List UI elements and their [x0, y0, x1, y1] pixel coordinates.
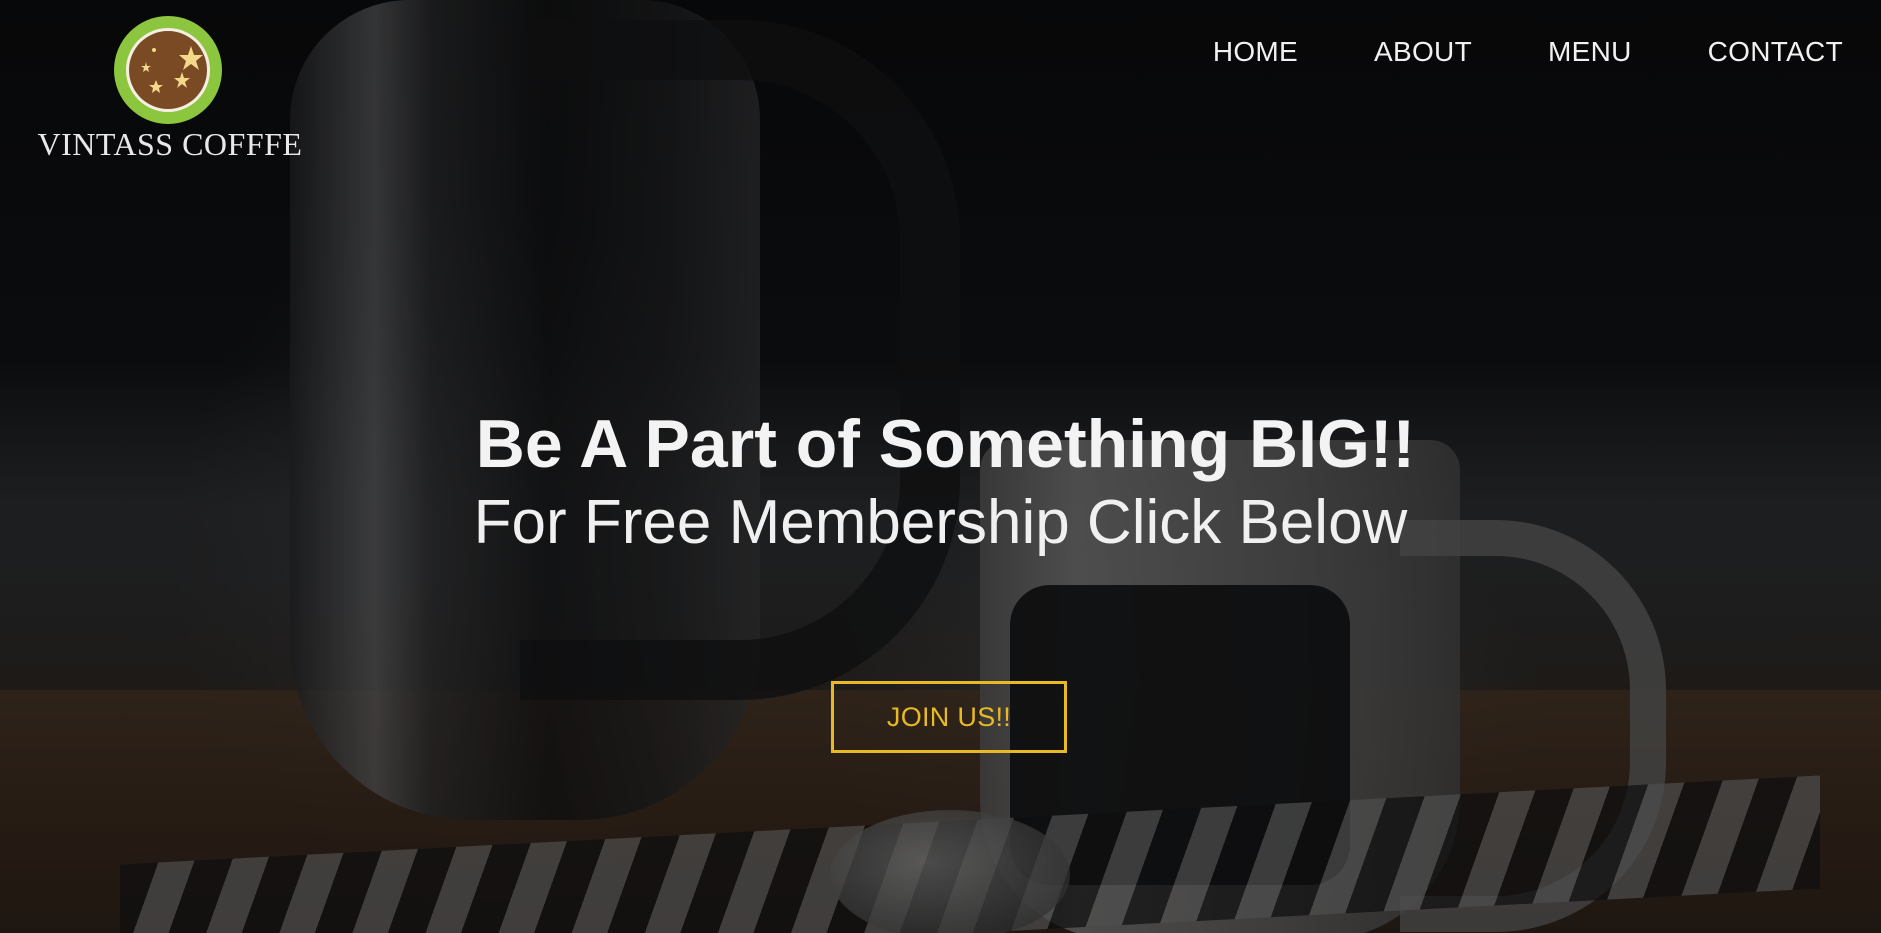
hero-subline: For Free Membership Click Below — [473, 488, 1408, 557]
join-us-button[interactable]: JOIN US!! — [831, 681, 1067, 753]
hero-content: Be A Part of Something BIG!! For Free Me… — [0, 402, 1881, 560]
nav-item-menu[interactable]: MENU — [1548, 36, 1632, 68]
nav-item-contact[interactable]: CONTACT — [1708, 36, 1843, 68]
nav-item-about[interactable]: ABOUT — [1374, 36, 1472, 68]
hero-section: VINTASS COFFFE HOME ABOUT MENU CONTACT B… — [0, 0, 1881, 933]
main-nav: HOME ABOUT MENU CONTACT — [1213, 36, 1843, 68]
hero-headline: Be A Part of Something BIG!! — [475, 406, 1416, 482]
nav-item-home[interactable]: HOME — [1213, 36, 1298, 68]
coffee-bean-stars-icon — [114, 16, 222, 124]
brand-name: VINTASS COFFFE — [37, 126, 303, 162]
brand-logo[interactable]: VINTASS COFFFE — [30, 14, 310, 164]
